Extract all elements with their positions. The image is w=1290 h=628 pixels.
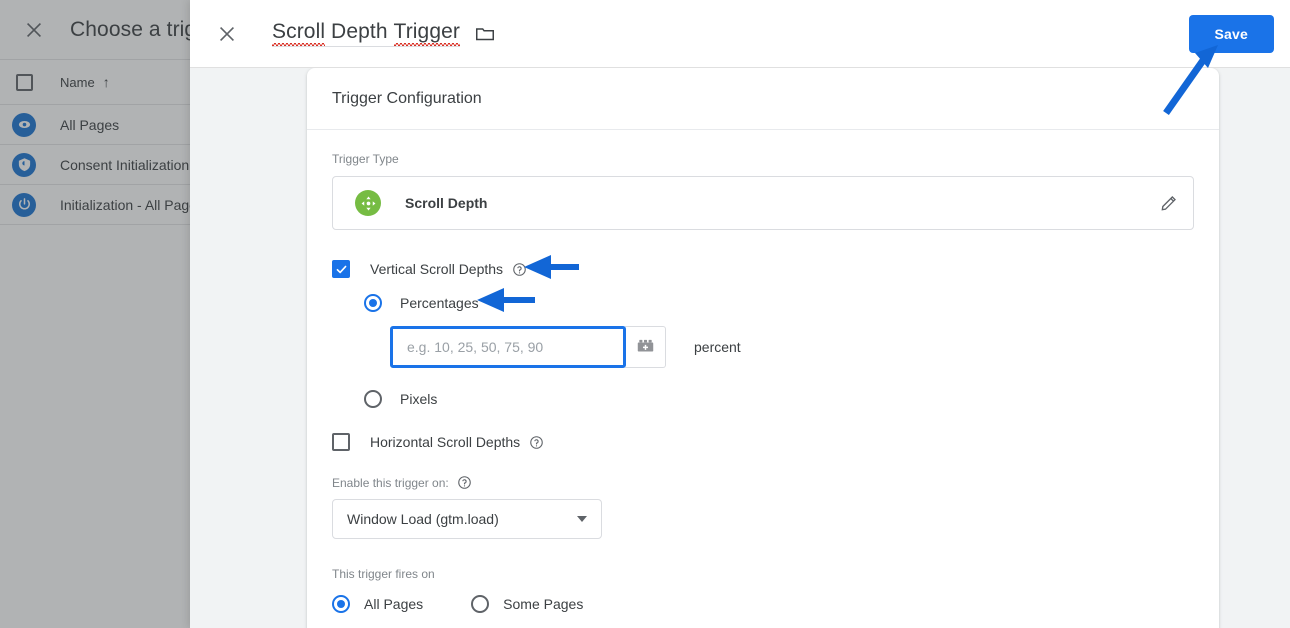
all-pages-label: All Pages xyxy=(364,596,424,612)
modal-scrim-overlay xyxy=(0,0,190,628)
percentages-radio[interactable] xyxy=(364,294,382,312)
fires-on-label: This trigger fires on xyxy=(332,567,435,581)
card-header: Trigger Configuration xyxy=(307,68,1219,130)
enable-trigger-on-row: Enable this trigger on: xyxy=(332,475,1194,490)
vertical-scroll-depths-checkbox[interactable] xyxy=(332,260,350,278)
chevron-down-icon xyxy=(577,516,587,522)
save-button[interactable]: Save xyxy=(1188,14,1274,53)
scroll-depth-move-icon xyxy=(355,190,381,216)
help-circle-icon[interactable] xyxy=(457,475,472,490)
close-icon[interactable] xyxy=(212,19,242,49)
variable-brick-icon[interactable] xyxy=(625,326,666,368)
percentages-radio-row: Percentages xyxy=(364,294,1194,312)
pixels-radio-row: Pixels xyxy=(364,390,1194,408)
pixels-label: Pixels xyxy=(400,391,438,407)
trigger-name-field[interactable]: Scroll Depth Trigger xyxy=(272,20,461,47)
help-circle-icon[interactable] xyxy=(512,262,527,277)
help-circle-icon[interactable] xyxy=(529,435,544,450)
some-pages-label: Some Pages xyxy=(503,596,584,612)
pixels-radio[interactable] xyxy=(364,390,382,408)
enable-trigger-on-value: Window Load (gtm.load) xyxy=(347,511,499,527)
trigger-type-name: Scroll Depth xyxy=(405,195,488,211)
horizontal-scroll-depths-label: Horizontal Scroll Depths xyxy=(370,434,521,450)
trigger-configuration-card: Trigger Configuration Trigger Type Scrol… xyxy=(307,68,1219,628)
percentages-label: Percentages xyxy=(400,295,479,311)
trigger-type-box[interactable]: Scroll Depth xyxy=(332,176,1194,230)
pencil-icon[interactable] xyxy=(1159,193,1179,213)
trigger-name-word-3: Trigger xyxy=(393,20,461,46)
panel-body: Trigger Configuration Trigger Type Scrol… xyxy=(190,68,1290,628)
horizontal-scroll-depths-row: Horizontal Scroll Depths xyxy=(332,433,1194,451)
vertical-scroll-depths-row: Vertical Scroll Depths xyxy=(332,260,1194,278)
percentages-input-wrapper xyxy=(390,326,626,368)
enable-trigger-on-label: Enable this trigger on: xyxy=(332,475,449,490)
trigger-name-word-1: Scroll xyxy=(272,20,326,46)
trigger-name-word-2: Depth xyxy=(325,20,394,43)
card-title: Trigger Configuration xyxy=(332,89,482,107)
some-pages-radio[interactable] xyxy=(471,595,490,613)
panel-header: Scroll Depth Trigger Save xyxy=(190,0,1290,68)
horizontal-scroll-depths-checkbox[interactable] xyxy=(332,433,350,451)
vertical-scroll-depths-label: Vertical Scroll Depths xyxy=(370,261,504,277)
fires-on-row: All Pages Some Pages xyxy=(332,595,1194,613)
enable-trigger-on-select[interactable]: Window Load (gtm.load) xyxy=(332,499,602,539)
trigger-edit-panel: Scroll Depth Trigger Save Trigger Config… xyxy=(190,0,1290,628)
card-body: Trigger Type Scroll Depth Vertical Scrol… xyxy=(307,130,1219,628)
all-pages-radio[interactable] xyxy=(332,595,350,613)
percentages-input-row: percent xyxy=(390,326,1194,368)
trigger-type-label: Trigger Type xyxy=(332,152,399,166)
percentages-input[interactable] xyxy=(390,326,626,368)
folder-icon[interactable] xyxy=(474,23,496,45)
percent-unit-label: percent xyxy=(694,339,741,355)
